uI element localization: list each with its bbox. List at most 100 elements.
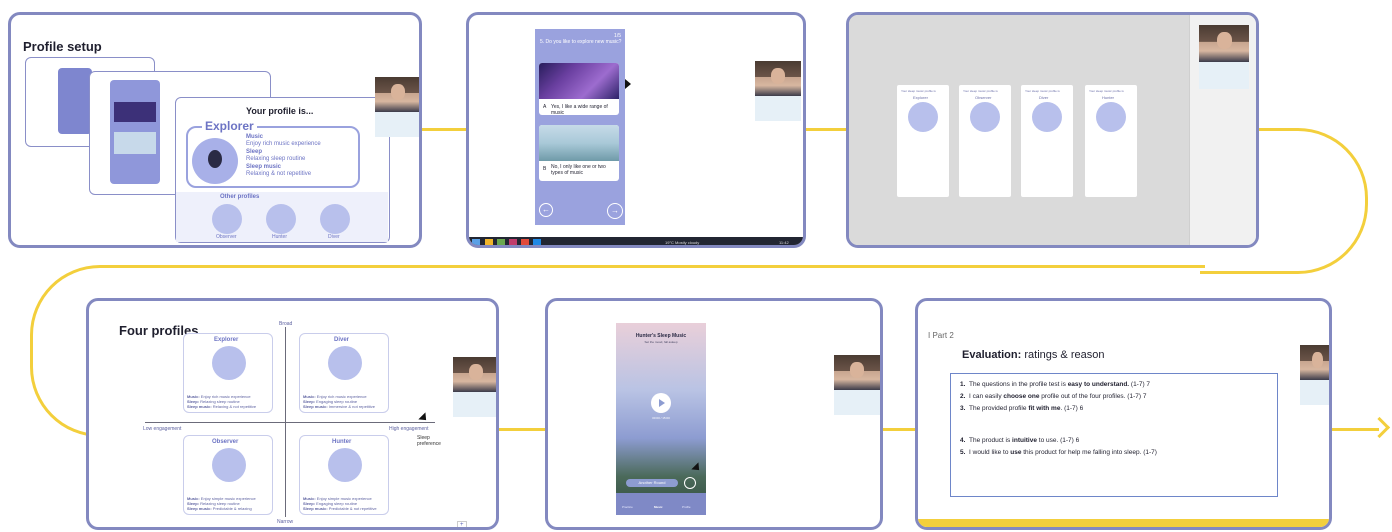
another-round-button[interactable]: Another Round [626,479,678,487]
connector-4-5 [498,428,545,431]
option-b-card[interactable]: B No, I only like one or two types of mu… [539,125,619,181]
quadrant-desc: Music: Enjoy simple music experience Sle… [187,496,256,511]
card-avatar [1096,102,1126,132]
profile-card-explorer[interactable]: Your sleep music profile is Explorer [897,85,949,197]
quadrant-desc: Music: Enjoy rich music experience Sleep… [303,394,376,409]
evaluation-item: 2. I can easily choose one profile out o… [960,393,1147,400]
quadrant-name: Hunter [332,439,352,445]
quadrant-avatar [212,346,246,380]
card-name: Observer [975,95,992,100]
app-title: Hunter's Sleep Music [635,333,687,339]
quadrant-observer: Observer Music: Enjoy simple music exper… [183,435,273,515]
four-profiles-panel: Four profiles Broad Narrow Low engagemen… [86,298,499,530]
evaluation-list: 1. The questions in the profile test is … [960,379,1157,459]
app-icon[interactable] [485,239,493,245]
quadrant-diver: Diver Music: Enjoy rich music experience… [299,333,389,413]
mouse-cursor-icon [625,79,631,89]
option-a-label: Yes, I like a wide range of music [551,104,608,115]
main-profile-box: Explorer Music Enjoy rich music experien… [186,119,360,188]
diver-avatar [320,204,350,234]
play-button[interactable] [651,393,671,413]
other-profiles-area: Other profiles Observer Hunter Diver [176,192,388,242]
quadrant-desc: Music: Enjoy simple music experience Sle… [303,496,377,511]
connector-2-3 [805,128,847,131]
penguin-icon [208,150,222,168]
profile-card-observer[interactable]: Your sleep music profile is Observer [959,85,1011,197]
quadrant-avatar [328,346,362,380]
app-icon[interactable] [509,239,517,245]
axis-left-label: Low engagement [143,426,182,432]
axis-right-label: High engagement [389,426,429,432]
app-subtitle: Set the mood, fall asleep [644,340,678,344]
music-text: Enjoy rich music experience [246,141,321,147]
participant-video [453,357,496,417]
clock-text: 11:42 [779,240,789,245]
app-icon[interactable] [533,239,541,245]
part-label: I Part 2 [928,331,954,340]
galaxy-image [539,63,619,99]
participant-video [834,355,880,415]
main-profile-name: Explorer [202,119,257,133]
hunter-avatar [266,204,296,234]
sleep-text: Relaxing sleep routine [246,156,306,162]
question-screen-thumbnail [110,80,160,184]
connector-5-6 [883,428,915,431]
card-avatar [1032,102,1062,132]
music-label: Music [246,134,264,140]
evaluation-panel: I Part 2 Evaluation: ratings & reason 1.… [915,298,1332,530]
timer-text: 00:00 / 15:00 [652,416,670,420]
other-profiles-label: Other profiles [220,194,260,200]
repeat-button[interactable] [684,477,696,489]
card-avatar [908,102,938,132]
quadrant-explorer: Explorer Music: Enjoy rich music experie… [183,333,273,413]
evaluation-heading: Evaluation: ratings & reason [962,349,1105,361]
participant-video [1199,25,1249,89]
option-a-key: A [543,104,547,110]
profile-setup-panel: Profile setup Your profile is... Explore… [8,12,422,248]
axis-note: Sleep preference [417,435,441,447]
explorer-avatar [192,138,238,184]
nav-practice[interactable]: Practice [622,505,633,509]
option-b-label: No, I only like one or two types of musi… [551,164,606,176]
app-icon[interactable] [521,239,529,245]
page-indicator[interactable]: + [457,521,467,527]
play-icon [659,399,665,407]
quadrant-name: Observer [212,439,239,445]
panel-title: Profile setup [23,39,102,54]
profile-heading: Your profile is... [246,106,314,116]
card-heading: Your sleep music profile is [1025,89,1060,93]
back-button[interactable]: ← [539,203,553,217]
profile-result-card: Your profile is... Explorer Music Enjoy … [175,97,390,243]
profile-card-hunter[interactable]: Your sleep music profile is Hunter [1085,85,1137,197]
nav-music[interactable]: Music [654,505,663,509]
start-icon[interactable] [472,239,480,245]
option-b-key: B [543,166,547,172]
profile-cards-panel: Your sleep music profile is Explorer You… [846,12,1259,248]
card-heading: Your sleep music profile is [1089,89,1124,93]
axis-top-label: Broad [279,321,293,327]
axis-bottom-label: Narrow [277,519,294,525]
other-profile-diver: Diver [328,234,340,240]
evaluation-item: 1. The questions in the profile test is … [960,381,1151,388]
quadrant-desc: Music: Enjoy rich music experience Sleep… [187,394,257,409]
card-avatar [970,102,1000,132]
screen-thumbnail [58,68,92,134]
observer-avatar [212,204,242,234]
quadrant-avatar [212,448,246,482]
horizontal-axis [145,422,435,423]
next-button[interactable]: → [607,203,623,219]
weather-text: 19°C Mostly cloudy [665,240,700,245]
card-heading: Your sleep music profile is [901,89,936,93]
option-a-card[interactable]: A Yes, I like a wide range of music [539,63,619,115]
sleep-music-text: Relaxing & not repetitive [246,171,312,177]
question-text: 5. Do you like to explore new music? [540,39,622,45]
card-heading: Your sleep music profile is [963,89,998,93]
arrow-right-icon [1368,416,1391,439]
nav-profile[interactable]: Profile [682,505,691,509]
quadrant-avatar [328,448,362,482]
profile-card-diver[interactable]: Your sleep music profile is Diver [1021,85,1073,197]
app-icon[interactable] [497,239,505,245]
river-image [539,125,619,161]
connector-1-2 [421,128,466,131]
other-profile-observer: Observer [216,234,237,240]
